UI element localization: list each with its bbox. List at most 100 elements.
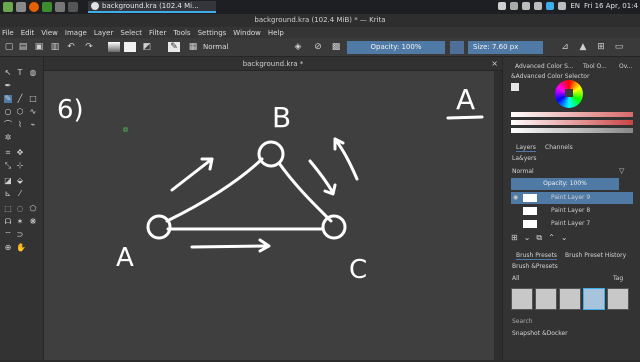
mirror-horizontal-icon[interactable]: ⊿ — [560, 42, 570, 52]
similar-select-icon[interactable]: ❋ — [29, 218, 37, 226]
terminal-icon[interactable] — [42, 2, 52, 12]
color-history-row3[interactable] — [511, 128, 633, 133]
layers-opacity-slider[interactable]: Opacity: 100% — [511, 178, 619, 190]
redo-icon[interactable]: ↷ — [84, 42, 94, 52]
menu-view[interactable]: View — [41, 29, 58, 37]
ellipse-select-icon[interactable]: ◌ — [16, 205, 24, 213]
brush-preset-tile[interactable] — [511, 288, 533, 310]
menu-edit[interactable]: Edit — [21, 29, 35, 37]
layer-row[interactable]: Paint Layer 7 — [511, 218, 633, 230]
tab-advanced-color[interactable]: Advanced Color S... — [515, 63, 574, 70]
menu-select[interactable]: Select — [120, 29, 142, 37]
keyboard-layout[interactable]: EN — [570, 2, 580, 10]
visibility-eye-icon[interactable]: ◉ — [513, 192, 518, 204]
menu-file[interactable]: File — [2, 29, 14, 37]
size-slider[interactable]: Size: 7.60 px — [468, 41, 543, 54]
tab-layers[interactable]: Layers — [516, 144, 536, 152]
color-history-row2[interactable] — [511, 120, 633, 125]
new-document-icon[interactable]: ▢ — [4, 42, 14, 52]
brush-filter-select[interactable]: All — [512, 275, 519, 282]
brush-preset-tile[interactable] — [535, 288, 557, 310]
undo-icon[interactable]: ↶ — [66, 42, 76, 52]
menu-image[interactable]: Image — [65, 29, 87, 37]
wrap-around-icon[interactable]: ⊞ — [596, 42, 606, 52]
freehand-select-icon[interactable]: ᗩ — [4, 218, 12, 226]
workspace-icon[interactable]: ▭ — [614, 42, 624, 52]
brush-preset-icon[interactable]: ✎ — [168, 42, 180, 52]
color-history-row1[interactable] — [511, 112, 633, 117]
color-triangle[interactable] — [565, 89, 573, 97]
bezier-tool-icon[interactable]: ⌒ — [4, 121, 12, 129]
edit-shapes-icon[interactable]: ◍ — [29, 69, 37, 77]
save-as-icon[interactable]: ▥ — [50, 42, 60, 52]
canvas-scrollbar[interactable] — [494, 71, 502, 360]
menu-window[interactable]: Window — [233, 29, 261, 37]
document-tab[interactable]: background.kra * × — [44, 57, 502, 71]
mirror-vertical-icon[interactable]: ▲ — [578, 42, 588, 52]
taskbar-krita-task[interactable]: background.kra (102.4 Mi... — [88, 1, 216, 13]
close-tab-icon[interactable]: × — [491, 59, 498, 68]
layers-blend-select[interactable]: Normal — [512, 167, 610, 177]
move-tool-icon[interactable]: ✥ — [16, 149, 24, 157]
tray-bluetooth-icon[interactable] — [546, 2, 555, 10]
open-document-icon[interactable]: ▤ — [18, 42, 28, 52]
eraser-mode-icon[interactable]: ◈ — [293, 42, 303, 52]
measure-tool-icon[interactable]: ⊾ — [4, 190, 12, 198]
layer-row[interactable]: ◉ Paint Layer 9 — [511, 192, 633, 204]
magnetic-select-icon[interactable]: ⊃ — [16, 231, 24, 239]
bezier-select-icon[interactable]: ⌔ — [4, 231, 12, 239]
tab-overview[interactable]: Ov... — [619, 63, 633, 70]
preserve-alpha-icon[interactable]: ▩ — [331, 42, 341, 52]
calligraphy-icon[interactable]: ✒ — [4, 82, 12, 90]
tray-app-icon[interactable] — [498, 2, 507, 10]
multibrush-icon[interactable]: ✲ — [4, 134, 12, 142]
layers-filter-icon[interactable]: ▽ — [619, 167, 624, 175]
freehand-path-icon[interactable]: ⌇ — [16, 121, 24, 129]
rect-select-icon[interactable]: ⬚ — [4, 205, 12, 213]
menu-layer[interactable]: Layer — [94, 29, 114, 37]
transform-tool-icon[interactable]: ⤡ — [4, 162, 12, 170]
layer-row[interactable]: Paint Layer 8 — [511, 205, 633, 217]
app-launcher-icon[interactable] — [3, 2, 13, 12]
drawing-canvas[interactable]: A B C 6) A — [44, 71, 502, 360]
swap-colors-icon[interactable]: ◩ — [142, 42, 152, 52]
tab-brush-presets[interactable]: Brush Presets — [516, 252, 558, 260]
menu-help[interactable]: Help — [268, 29, 284, 37]
layer-actions-toolbar[interactable]: ⊞⌄⧉⌃⌄ — [511, 233, 574, 243]
tab-tool-options[interactable]: Tool O... — [583, 63, 607, 70]
ellipse-tool-icon[interactable]: ○ — [4, 108, 12, 116]
tray-volume-icon[interactable] — [534, 2, 543, 10]
tray-battery-icon[interactable] — [558, 2, 567, 10]
menu-settings[interactable]: Settings — [198, 29, 227, 37]
rectangle-tool-icon[interactable]: □ — [29, 95, 37, 103]
brush-preset-tile[interactable] — [583, 288, 605, 310]
polygon-tool-icon[interactable]: ⬡ — [16, 108, 24, 116]
tab-brush-history[interactable]: Brush Preset History — [565, 252, 626, 259]
opacity-slider[interactable]: Opacity: 100% — [347, 41, 445, 54]
polygon-select-icon[interactable]: ⬠ — [29, 205, 37, 213]
brush-search-input[interactable]: Search — [512, 318, 533, 325]
color-settings-icon[interactable] — [511, 83, 519, 91]
file-manager-icon[interactable] — [55, 2, 65, 12]
assistant-tool-icon[interactable]: ⊹ — [16, 162, 24, 170]
line-tool-icon[interactable]: ╱ — [16, 95, 24, 103]
color-picker-icon[interactable]: ⁄ — [16, 190, 24, 198]
polyline-tool-icon[interactable]: ∿ — [29, 108, 37, 116]
dynamic-brush-icon[interactable]: ⌁ — [29, 121, 37, 129]
brush-tag-button[interactable]: Tag — [613, 275, 623, 282]
gradient-icon[interactable] — [108, 42, 120, 52]
menu-filter[interactable]: Filter — [149, 29, 166, 37]
files-icon[interactable] — [16, 2, 26, 12]
select-shapes-icon[interactable]: ↖ — [4, 69, 12, 77]
brush-editor-icon[interactable]: ▦ — [188, 42, 198, 52]
fill-tool-icon[interactable]: ⬙ — [16, 177, 24, 185]
reload-preset-icon[interactable]: ⊘ — [313, 42, 323, 52]
pan-tool-icon[interactable]: ✋ — [16, 244, 26, 252]
tray-network-icon[interactable] — [510, 2, 519, 10]
brush-preset-tile[interactable] — [559, 288, 581, 310]
save-icon[interactable]: ▣ — [34, 42, 44, 52]
pattern-icon[interactable] — [124, 42, 136, 52]
menu-tools[interactable]: Tools — [173, 29, 190, 37]
pager-icon[interactable] — [68, 2, 78, 12]
clock[interactable]: Fri 16 Apr, 01:4 — [584, 2, 638, 10]
